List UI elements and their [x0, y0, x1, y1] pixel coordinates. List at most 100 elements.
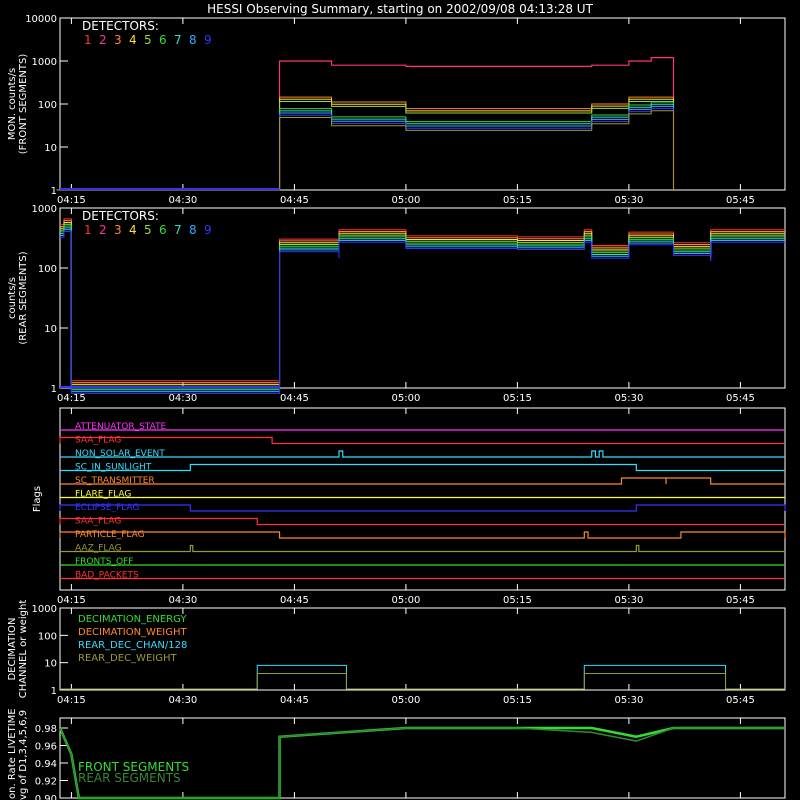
y-tick-label: 10000 — [25, 14, 57, 25]
detector-number: 9 — [204, 223, 212, 237]
flag-label: NON_SOLAR_EVENT — [75, 449, 165, 459]
flag-line — [60, 450, 785, 458]
time-tick-label: 05:15 — [503, 195, 532, 206]
y-tick-label: 0.92 — [35, 777, 57, 788]
y-tick-label: 100 — [38, 264, 57, 275]
detectors-label: DETECTORS: — [82, 19, 159, 33]
y-tick-label: 100 — [38, 631, 57, 642]
detector-number: 1 — [84, 33, 92, 47]
flag-line — [60, 463, 785, 472]
time-tick-label: 05:30 — [614, 195, 643, 206]
time-tick-label: 05:45 — [726, 695, 755, 706]
y-tick-label: 0.98 — [35, 724, 57, 735]
time-tick-label: 04:30 — [168, 393, 197, 404]
y-tick-label: 0.94 — [35, 759, 57, 770]
rear-panel-frame — [59, 207, 786, 389]
time-tick-label: 04:30 — [168, 595, 197, 606]
flag-line — [60, 477, 785, 485]
flags-panel-frame — [59, 407, 786, 591]
flag-label: SC_TRANSMITTER — [75, 476, 155, 486]
time-tick-label: 05:30 — [614, 595, 643, 606]
rear-detector-series — [60, 230, 785, 394]
y-tick-label: 10 — [44, 324, 57, 335]
decimation-legend-entry: REAR_DEC_WEIGHT — [78, 653, 177, 664]
front-y-axis-label: MON. counts/s — [7, 68, 18, 140]
y-tick-label: 10 — [44, 143, 57, 154]
rear-detector-series — [60, 229, 785, 393]
y-tick-label: 0.96 — [35, 742, 57, 753]
detector-number: 6 — [159, 223, 167, 237]
flag-label: ATTENUATOR_STATE — [75, 422, 167, 432]
detector-number: 3 — [114, 33, 122, 47]
hessi-summary-plot: HESSI Observing Summary, starting on 200… — [7, 2, 786, 800]
time-tick-label: 05:45 — [726, 393, 755, 404]
detector-number: 4 — [129, 223, 137, 237]
livetime-panel — [59, 717, 786, 799]
time-tick-label: 05:00 — [391, 393, 420, 404]
detector-number: 2 — [99, 223, 107, 237]
detector-number: 1 — [84, 223, 92, 237]
time-tick-label: 04:45 — [280, 595, 309, 606]
decimation-legend-entry: DECIMATION_WEIGHT — [78, 627, 187, 638]
flag-line — [59, 504, 786, 512]
time-tick-label: 04:45 — [280, 393, 309, 404]
detector-number: 5 — [144, 33, 152, 47]
detector-number: 8 — [189, 33, 197, 47]
detector-number: 4 — [129, 33, 137, 47]
decimation-y-axis-label: CHANNEL or weight — [18, 600, 29, 699]
rear-segments-panel — [59, 207, 786, 389]
rear-dec-weight-series — [60, 673, 785, 690]
front-detector-series — [56, 101, 674, 191]
flags-y-axis-label: Flags — [32, 486, 43, 512]
time-tick-label: 04:45 — [280, 195, 309, 206]
rear-dec-chan-series — [60, 664, 785, 690]
time-tick-label: 04:15 — [57, 195, 86, 206]
y-tick-label: 0.90 — [35, 794, 57, 800]
livetime-legend-entry: REAR SEGMENTS — [78, 771, 181, 785]
time-tick-label: 05:30 — [614, 393, 643, 404]
y-tick-label: 10 — [44, 659, 57, 670]
flag-label: SC_IN_SUNLIGHT — [75, 463, 152, 473]
flag-line — [60, 544, 785, 553]
decimation-legend-entry: DECIMATION_ENERGY — [78, 614, 187, 625]
time-tick-label: 05:00 — [391, 195, 420, 206]
rear-detector-series — [60, 225, 785, 389]
time-tick-label: 05:45 — [726, 595, 755, 606]
time-tick-label: 04:15 — [57, 393, 86, 404]
rear-y-axis-label: (REAR SEGMENTS) — [18, 251, 29, 344]
decimation-legend-entry: REAR_DEC_CHAN/128 — [78, 640, 187, 651]
decimation-y-axis-label: DECIMATION — [7, 617, 18, 680]
front-detector-series — [56, 110, 674, 191]
time-tick-label: 05:15 — [503, 393, 532, 404]
flag-line — [59, 436, 785, 445]
flag-line — [59, 531, 786, 539]
detector-number: 3 — [114, 223, 122, 237]
front-detector-series — [56, 101, 674, 191]
time-tick-label: 05:00 — [391, 695, 420, 706]
time-tick-label: 05:15 — [503, 695, 532, 706]
flag-label: BAD_PACKETS — [75, 571, 139, 581]
time-tick-label: 05:45 — [726, 195, 755, 206]
livetime-panel-frame — [59, 717, 786, 799]
flag-label: FRONTS_OFF — [75, 557, 133, 567]
y-tick-label: 1000 — [32, 204, 57, 215]
front-segments-panel — [59, 17, 786, 191]
time-tick-label: 04:15 — [57, 595, 86, 606]
time-tick-label: 05:00 — [391, 595, 420, 606]
detector-number: 2 — [99, 33, 107, 47]
y-tick-label: 100 — [38, 100, 57, 111]
flag-line — [59, 517, 785, 526]
detector-number: 5 — [144, 223, 152, 237]
detector-number: 9 — [204, 33, 212, 47]
y-tick-label: 1 — [51, 186, 57, 197]
flag-label: AAZ_FLAG — [75, 544, 122, 554]
flag-label: SAA_FLAG — [75, 436, 121, 446]
y-tick-label: 1000 — [32, 604, 57, 615]
detector-number: 6 — [159, 33, 167, 47]
plot-title: HESSI Observing Summary, starting on 200… — [207, 2, 593, 16]
time-tick-label: 04:45 — [280, 695, 309, 706]
time-tick-label: 04:30 — [168, 695, 197, 706]
detector-number: 7 — [174, 223, 182, 237]
livetime-y-axis-label: avg of D1,3,4,5,6,9 — [18, 710, 29, 800]
flag-label: FLARE_FLAG — [75, 490, 131, 500]
